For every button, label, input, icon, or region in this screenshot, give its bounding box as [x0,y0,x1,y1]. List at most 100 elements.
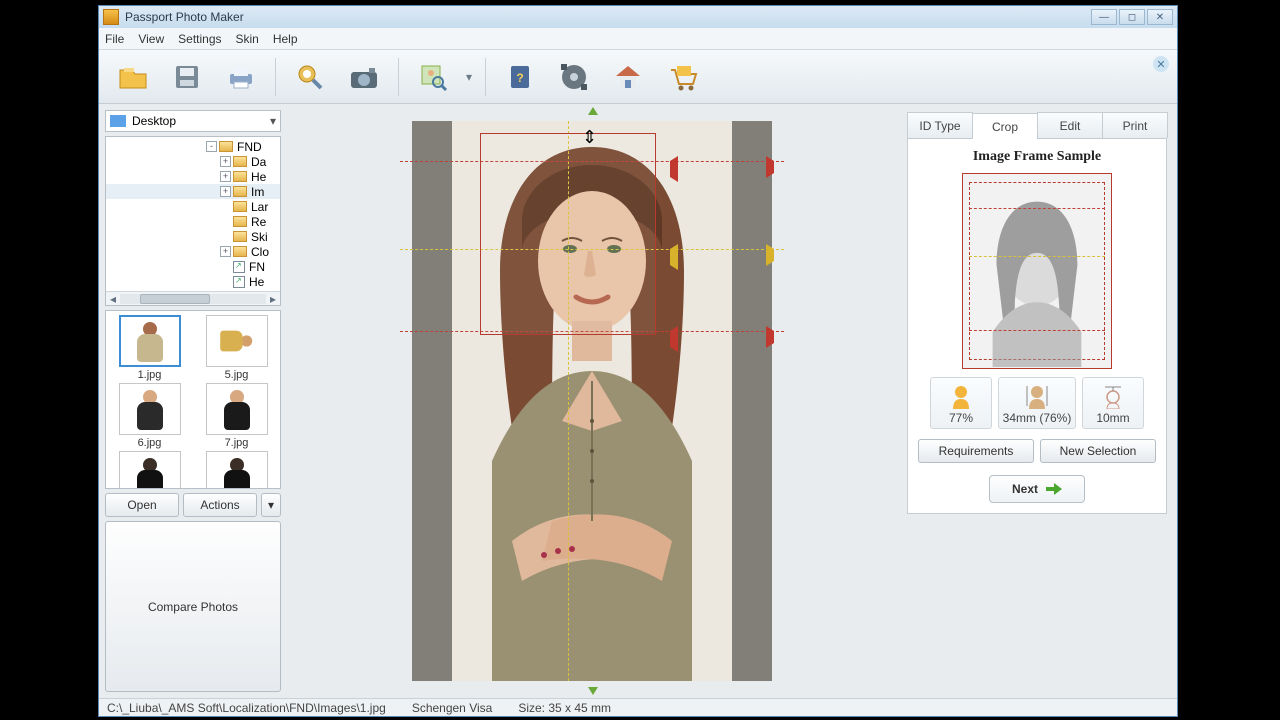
location-combo[interactable]: Desktop ▾ [105,110,281,132]
guide-handle[interactable] [766,156,786,178]
guide-handle[interactable] [398,156,678,182]
folder-icon [233,216,247,227]
shortcut-icon [233,261,245,273]
tree-item[interactable]: -FND [106,139,280,154]
thumbnail-item[interactable]: 9.jpg [197,451,276,489]
crop-marker-bottom[interactable] [588,687,598,695]
folder-icon [233,231,247,242]
tree-item[interactable]: Ski [106,229,280,244]
toolbar-manual[interactable]: ? [496,55,544,99]
folder-icon [233,186,247,197]
minimize-button[interactable]: — [1091,9,1117,25]
head-height-icon [1025,383,1049,409]
face-icon [949,383,973,409]
thumbnail-item[interactable]: 7.jpg [197,383,276,449]
toolbar-cart[interactable] [658,55,706,99]
thumbnail-label: 6.jpg [138,437,162,449]
toolbar-home[interactable] [604,55,652,99]
shortcut-icon [233,276,245,288]
toolbar-video[interactable] [550,55,598,99]
thumbnail-item[interactable]: 8.jpg [110,451,189,489]
metric-top-margin: 10mm [1082,377,1144,429]
menu-view[interactable]: View [138,32,164,46]
tree-scrollbar[interactable]: ◂▸ [106,291,280,305]
menu-file[interactable]: File [105,32,124,46]
close-panel-icon[interactable]: ✕ [1153,56,1169,72]
folder-icon [233,246,247,257]
tree-item[interactable]: Lar [106,199,280,214]
arrow-right-icon [1046,482,1062,496]
compare-photos-button[interactable]: Compare Photos [105,521,281,692]
tree-item[interactable]: FN [106,259,280,274]
folder-icon [233,156,247,167]
tree-item[interactable]: +Clo [106,244,280,259]
drive-icon [110,115,126,127]
canvas-area: ⇕ [287,104,897,698]
maximize-button[interactable]: ◻ [1119,9,1145,25]
actions-button[interactable]: Actions [183,493,257,517]
folder-icon [233,201,247,212]
next-button[interactable]: Next [989,475,1085,503]
metric-face: 77% [930,377,992,429]
chevron-down-icon: ▾ [270,114,276,128]
next-label: Next [1012,482,1038,496]
folder-icon [233,171,247,182]
status-template: Schengen Visa [412,701,493,715]
thumbnail-label: 5.jpg [225,369,249,381]
tab-id-type[interactable]: ID Type [907,112,973,138]
thumbnail-label: 1.jpg [138,369,162,381]
tree-item[interactable]: He [106,274,280,289]
tab-print[interactable]: Print [1102,112,1168,138]
left-panel: Desktop ▾ -FND+Da+He+ImLarReSki+CloFNHe ◂… [99,104,287,698]
thumbnail-item[interactable]: 1.jpg [110,315,189,381]
tab-edit[interactable]: Edit [1037,112,1103,138]
folder-tree[interactable]: -FND+Da+He+ImLarReSki+CloFNHe ◂▸ [105,136,281,306]
menu-settings[interactable]: Settings [178,32,221,46]
toolbar-preview[interactable] [286,55,334,99]
guide-handle[interactable] [398,326,678,352]
menu-skin[interactable]: Skin [236,32,259,46]
crop-marker-top[interactable] [588,107,598,115]
open-button[interactable]: Open [105,493,179,517]
thumbnail-label: 7.jpg [225,437,249,449]
close-button[interactable]: ✕ [1147,9,1173,25]
requirements-button[interactable]: Requirements [918,439,1034,463]
photo-canvas[interactable]: ⇕ [412,121,772,681]
right-panel: ID Type Crop Edit Print Image Frame Samp… [897,104,1177,698]
location-label: Desktop [132,114,176,128]
tab-crop[interactable]: Crop [972,113,1038,139]
menu-help[interactable]: Help [273,32,298,46]
tree-item[interactable]: +Da [106,154,280,169]
toolbar-find-face[interactable] [409,55,457,99]
guide-handle[interactable] [398,244,678,270]
tabs: ID Type Crop Edit Print [907,112,1167,139]
tree-item[interactable]: +Im [106,184,280,199]
thumbnail-item[interactable]: 6.jpg [110,383,189,449]
titlebar: Passport Photo Maker — ◻ ✕ [99,6,1177,28]
thumbnail-item[interactable]: 5.jpg [197,315,276,381]
metric-head-height: 34mm (76%) [998,377,1076,429]
folder-icon [219,141,233,152]
toolbar-camera[interactable] [340,55,388,99]
window-title: Passport Photo Maker [125,10,1091,24]
status-path: C:\_Liuba\_AMS Soft\Localization\FND\Ima… [107,701,386,715]
actions-dropdown[interactable]: ▾ [261,493,281,517]
guide-handle[interactable] [766,326,786,348]
toolbar-save[interactable] [163,55,211,99]
menubar: File View Settings Skin Help [99,28,1177,50]
toolbar-open[interactable] [109,55,157,99]
crop-panel: Image Frame Sample [907,139,1167,514]
guide-handle[interactable] [766,244,786,266]
toolbar-print[interactable] [217,55,265,99]
tree-item[interactable]: +He [106,169,280,184]
new-selection-button[interactable]: New Selection [1040,439,1156,463]
metrics: 77% 34mm (76%) 10mm [930,377,1144,429]
status-size: Size: 35 x 45 mm [518,701,611,715]
status-bar: C:\_Liuba\_AMS Soft\Localization\FND\Ima… [99,698,1177,716]
toolbar-find-face-dropdown[interactable]: ▾ [463,70,475,84]
top-margin-icon [1101,383,1125,409]
sample-title: Image Frame Sample [973,149,1101,165]
app-window: Passport Photo Maker — ◻ ✕ File View Set… [98,5,1178,717]
tree-item[interactable]: Re [106,214,280,229]
thumbnail-grid[interactable]: 1.jpg5.jpg6.jpg7.jpg8.jpg9.jpg...421169_… [105,310,281,489]
